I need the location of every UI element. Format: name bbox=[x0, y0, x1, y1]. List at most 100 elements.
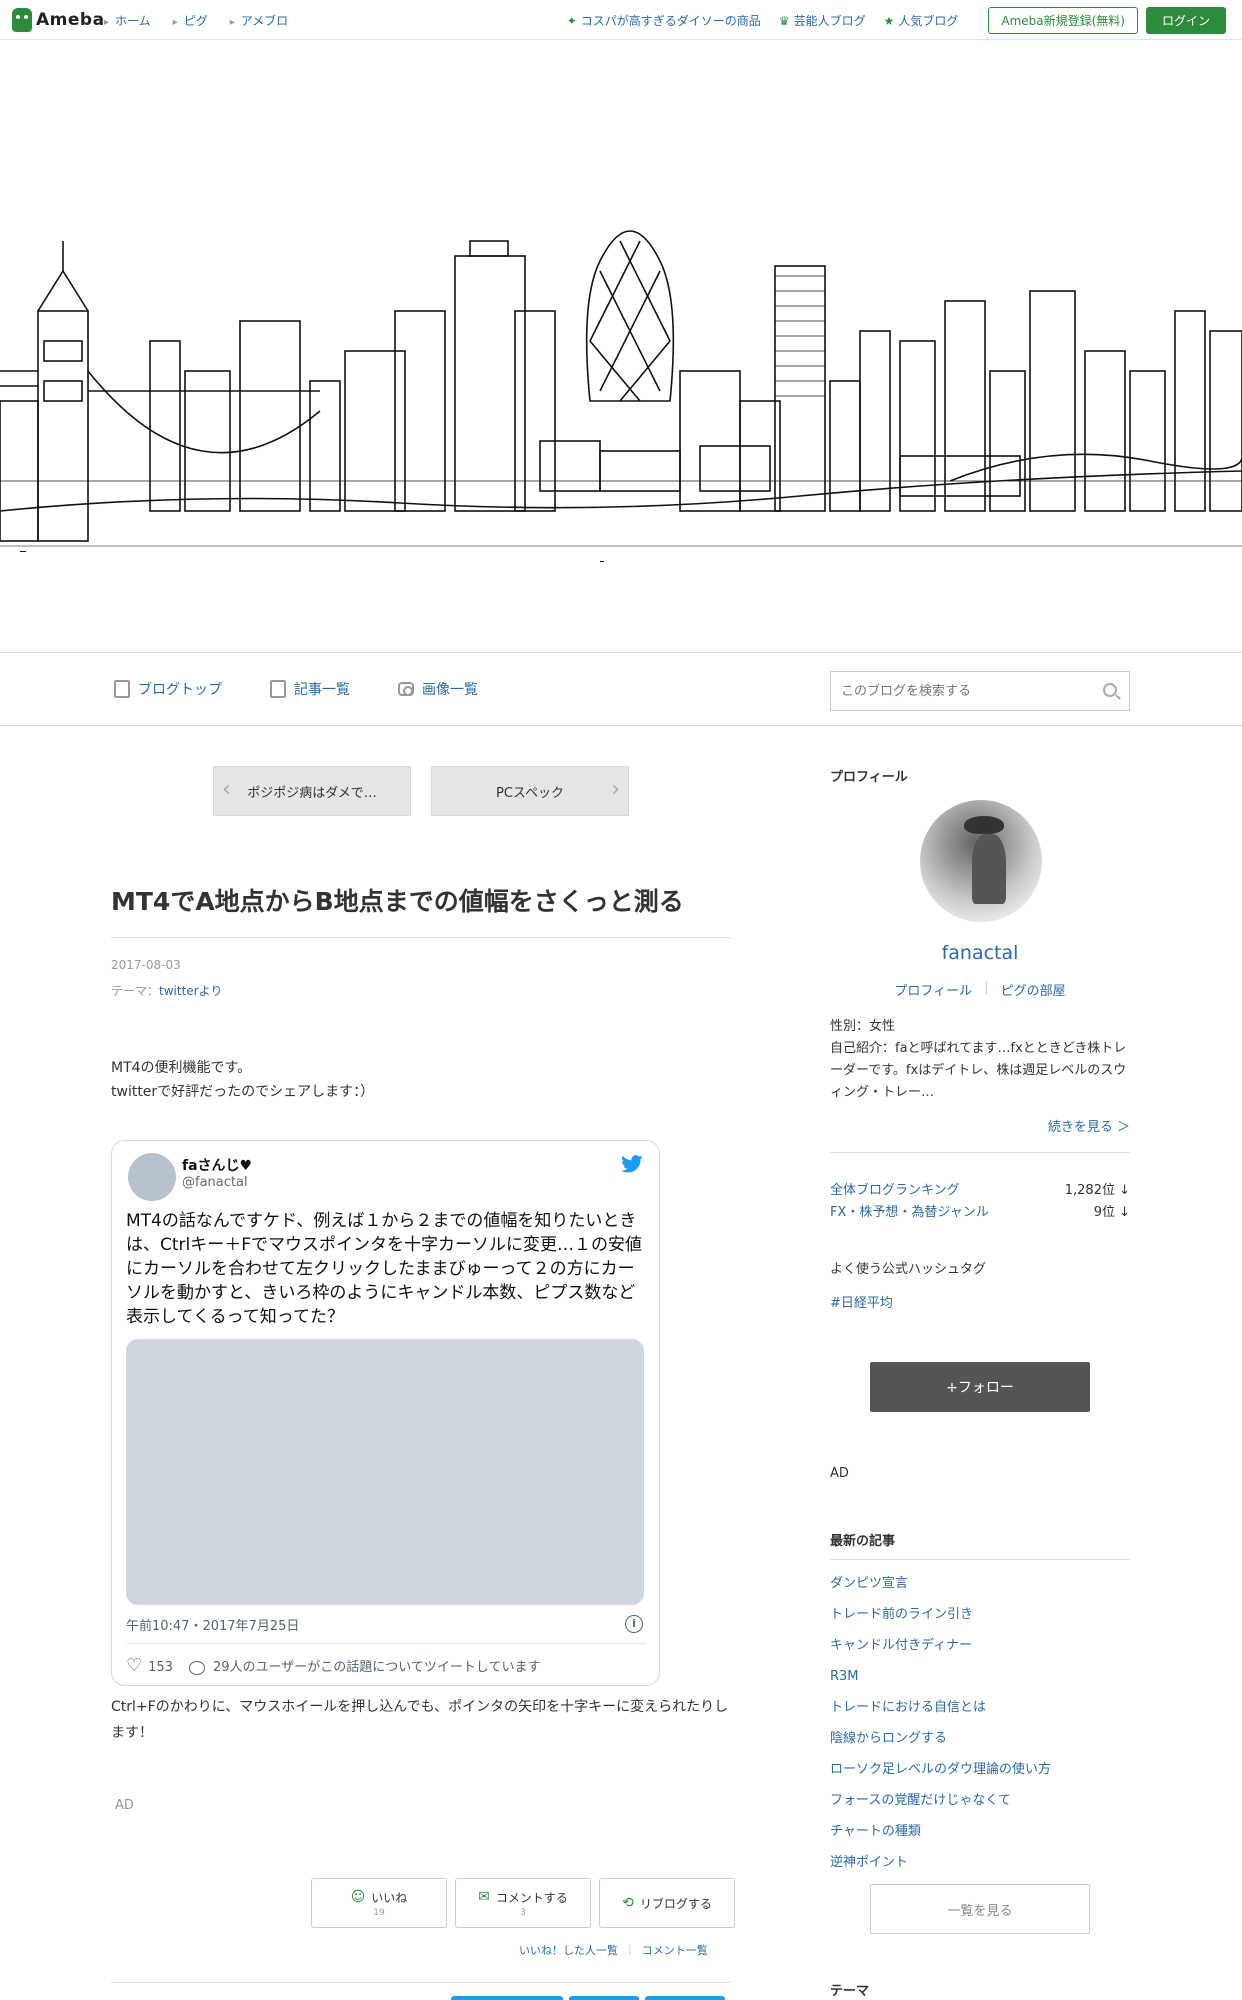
tweet-text: MT4の話なんですケド、例えば１から２までの値幅を知りたいときは、Ctrlキー＋… bbox=[126, 1211, 643, 1327]
like-button[interactable]: ☺ いいね 19 bbox=[311, 1878, 447, 1928]
divider bbox=[111, 1982, 731, 1983]
tweet-author-name[interactable]: faさんじ♥ bbox=[182, 1155, 252, 1175]
list-item[interactable]: 逆神ポイント bbox=[830, 1847, 1130, 1878]
share-button-1[interactable] bbox=[451, 1996, 563, 2000]
list-item[interactable]: 陰線からロングする bbox=[830, 1723, 1130, 1754]
overall-ranking-link[interactable]: 全体ブログランキング bbox=[830, 1180, 960, 1202]
list-item[interactable]: R3M bbox=[830, 1661, 1130, 1692]
tweet-media-placeholder[interactable] bbox=[126, 1339, 644, 1605]
ranking-row: 全体ブログランキング 1,282位 ↓ bbox=[830, 1180, 1130, 1202]
overall-ranking-value: 1,282位 ↓ bbox=[1064, 1183, 1130, 1198]
tweet-timestamp[interactable]: 午前10:47・2017年7月25日 bbox=[126, 1615, 299, 1634]
blog-search-input[interactable] bbox=[831, 672, 1081, 710]
blog-navigation: ブログトップ 記事一覧 画像一覧 bbox=[0, 652, 1242, 726]
share-buttons[interactable] bbox=[451, 1996, 725, 2000]
tweet-like-button[interactable]: ♡ 153 bbox=[126, 1655, 173, 1676]
article-theme: テーマ：twitterより bbox=[111, 982, 222, 999]
ranking-row: FX・株予想・為替ジャンル 9位 ↓ bbox=[830, 1202, 1130, 1224]
blog-header-image[interactable] bbox=[0, 41, 1242, 651]
divider bbox=[830, 1152, 1130, 1153]
register-button[interactable]: Ameba新規登録(無料) bbox=[988, 7, 1138, 34]
breadcrumb-home[interactable]: ホーム bbox=[104, 12, 151, 29]
list-item[interactable]: フォースの覚醒だけじゃなくて bbox=[830, 1785, 1130, 1816]
search-icon[interactable] bbox=[1103, 683, 1117, 697]
reaction-links: いいね！した人一覧 | コメント一覧 bbox=[519, 1942, 708, 1958]
tweet-author-handle[interactable]: @fanactal bbox=[182, 1175, 248, 1190]
next-article-label: PCスペック bbox=[495, 785, 564, 801]
profile-heading: プロフィール bbox=[830, 770, 908, 785]
previous-article-button[interactable]: ‹ ポジポジ病はダメで… bbox=[213, 766, 411, 816]
popular-blog-link[interactable]: ★ 人気ブログ bbox=[884, 12, 959, 29]
smile-icon: ☺ bbox=[350, 1889, 366, 1905]
share-button-3[interactable] bbox=[645, 1996, 725, 2000]
list-item[interactable]: キャンドル付きディナー bbox=[830, 1630, 1130, 1661]
article-list-label: 記事一覧 bbox=[294, 682, 350, 698]
chevron-left-icon: ‹ bbox=[222, 777, 231, 802]
follow-button[interactable]: +フォロー bbox=[870, 1362, 1090, 1412]
ameba-logo[interactable]: Ameba bbox=[12, 8, 105, 32]
celebrity-blog-link[interactable]: ♛ 芸能人ブログ bbox=[779, 12, 866, 29]
pig-room-link[interactable]: ピグの部屋 bbox=[1001, 980, 1066, 999]
profile-name[interactable]: fanactal bbox=[830, 942, 1130, 964]
info-icon[interactable]: i bbox=[625, 1615, 643, 1633]
reblog-icon: ⟲ bbox=[622, 1895, 634, 1911]
tweet-avatar[interactable] bbox=[128, 1153, 176, 1201]
share-button-2[interactable] bbox=[569, 1996, 639, 2000]
list-item[interactable]: トレードにおける自信とは bbox=[830, 1692, 1130, 1723]
profile-link[interactable]: プロフィール bbox=[894, 980, 972, 999]
comment-list-link[interactable]: コメント一覧 bbox=[642, 1942, 708, 1958]
list-item[interactable]: チャートの種類 bbox=[830, 1816, 1130, 1847]
ameba-logo-icon bbox=[12, 8, 32, 32]
comment-icon: ✉ bbox=[478, 1889, 490, 1905]
tweet-replies-text: 29人のユーザーがこの話題についてツイートしています bbox=[212, 1660, 541, 1675]
logo-text: Ameba bbox=[36, 10, 105, 30]
login-button[interactable]: ログイン bbox=[1145, 7, 1226, 34]
blog-nav-items: ブログトップ 記事一覧 画像一覧 bbox=[114, 679, 478, 699]
article-body-after-tweet: Ctrl+Fのかわりに、マウスホイールを押し込んでも、ポインタの矢印を十字キーに… bbox=[111, 1699, 729, 1741]
comment-button[interactable]: ✉ コメントする 3 bbox=[455, 1878, 591, 1928]
previous-article-label: ポジポジ病はダメで… bbox=[247, 785, 377, 801]
popular-blog-label: 人気ブログ bbox=[898, 14, 959, 28]
top-navigation-bar: Ameba ホーム ピグ アメブロ ✦コスパが高すぎるダイソーの商品 ♛芸能人ブ… bbox=[0, 0, 1242, 40]
liked-users-link[interactable]: いいね！した人一覧 bbox=[519, 1942, 618, 1958]
hashtag-heading: よく使う公式ハッシュタグ bbox=[830, 1262, 987, 1277]
tweet-actions: ♡ 153 29人のユーザーがこの話題についてツイートしています bbox=[126, 1655, 540, 1676]
article-list-link[interactable]: 記事一覧 bbox=[270, 679, 350, 699]
tweet-divider bbox=[126, 1643, 646, 1644]
twitter-bird-icon[interactable] bbox=[621, 1155, 643, 1173]
star-icon: ★ bbox=[883, 14, 895, 28]
avatar[interactable] bbox=[920, 800, 1042, 922]
hashtag-link[interactable]: #日経平均 bbox=[830, 1292, 893, 1311]
blog-top-link[interactable]: ブログトップ bbox=[114, 679, 222, 699]
theme-prefix: テーマ： bbox=[111, 984, 160, 998]
daiso-link[interactable]: ✦ コスパが高すぎるダイソーの商品 bbox=[567, 12, 761, 29]
embedded-tweet[interactable]: faさんじ♥ @fanactal MT4の話なんですケド、例えば１から２までの値… bbox=[111, 1140, 660, 1686]
genre-ranking-link[interactable]: FX・株予想・為替ジャンル bbox=[830, 1202, 989, 1224]
article-title: MT4でA地点からB地点までの値幅をさくっと測る bbox=[111, 886, 731, 938]
article-intro: MT4の便利機能です。 twitterで好評だったのでシェアします：） bbox=[111, 1056, 374, 1104]
list-item[interactable]: ダンピツ宣言 bbox=[830, 1568, 1130, 1599]
list-item[interactable]: トレード前のライン引き bbox=[830, 1599, 1130, 1630]
next-article-button[interactable]: PCスペック › bbox=[431, 766, 629, 816]
article-intro-line-1: MT4の便利機能です。 bbox=[111, 1060, 252, 1076]
theme-link[interactable]: twitterより bbox=[159, 984, 222, 998]
tweet-replies-link[interactable]: 29人のユーザーがこの話題についてツイートしています bbox=[188, 1656, 541, 1675]
like-count: 19 bbox=[373, 1907, 385, 1918]
heart-icon: ♡ bbox=[126, 1655, 143, 1676]
see-all-button[interactable]: 一覧を見る bbox=[870, 1884, 1090, 1934]
breadcrumb-pig[interactable]: ピグ bbox=[173, 12, 208, 29]
reblog-button[interactable]: ⟲ リブログする bbox=[599, 1878, 735, 1928]
tweet-like-count: 153 bbox=[148, 1660, 173, 1675]
read-more-link[interactable]: 続きを見る ＞ bbox=[1048, 1116, 1130, 1135]
sparkle-icon: ✦ bbox=[566, 14, 577, 28]
sidebar-ad-label: AD bbox=[830, 1466, 849, 1481]
breadcrumb-ameblo[interactable]: アメブロ bbox=[230, 12, 288, 29]
document-icon bbox=[114, 680, 130, 698]
image-list-link[interactable]: 画像一覧 bbox=[398, 679, 478, 699]
like-label: いいね bbox=[371, 1890, 408, 1905]
recent-articles-heading: 最新の記事 bbox=[830, 1530, 1130, 1560]
profile-gender: 性別：女性 bbox=[830, 1019, 896, 1034]
top-links: ✦ コスパが高すぎるダイソーの商品 ♛ 芸能人ブログ ★ 人気ブログ Ameba新規登… bbox=[567, 7, 1226, 34]
reblog-label: リブログする bbox=[639, 1896, 712, 1911]
list-item[interactable]: ローソク足レベルのダウ理論の使い方 bbox=[830, 1754, 1130, 1785]
